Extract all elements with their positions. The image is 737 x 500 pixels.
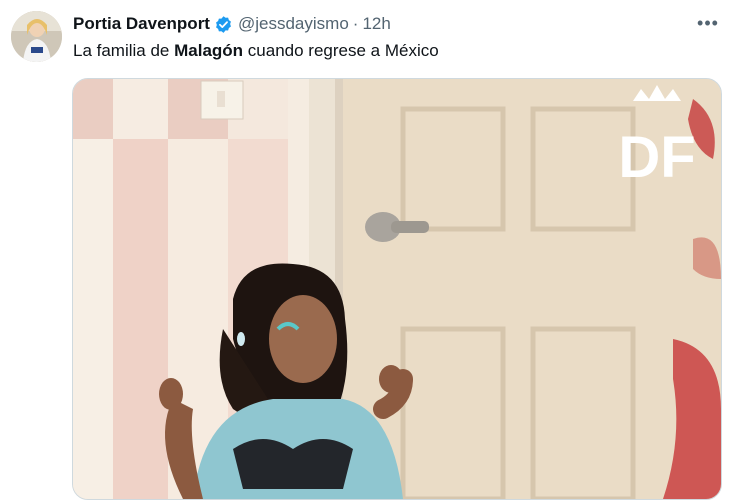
more-icon: •••	[697, 12, 719, 33]
tweet-text: La familia de Malagón cuando regrese a M…	[73, 41, 439, 61]
author-handle[interactable]: @jessdayismo	[238, 14, 349, 34]
tweet-header: Portia Davenport @jessdayismo · 12h	[73, 13, 391, 35]
tweet-timestamp[interactable]: 12h	[362, 14, 390, 34]
svg-text:DF: DF	[618, 125, 695, 190]
tweet-text-start: La familia de	[73, 41, 175, 60]
media-scene: DF	[73, 79, 721, 499]
tweet-media[interactable]: DF	[72, 78, 722, 500]
more-options-button[interactable]: •••	[694, 10, 722, 36]
verified-badge-icon	[214, 15, 233, 34]
author-name[interactable]: Portia Davenport	[73, 14, 210, 34]
avatar[interactable]	[11, 11, 62, 62]
tweet-text-bold: Malagón	[174, 41, 244, 60]
tweet-card: Portia Davenport @jessdayismo · 12h ••• …	[0, 0, 737, 500]
tweet-text-end: cuando regrese a México	[243, 41, 439, 60]
separator-dot: ·	[352, 14, 359, 33]
